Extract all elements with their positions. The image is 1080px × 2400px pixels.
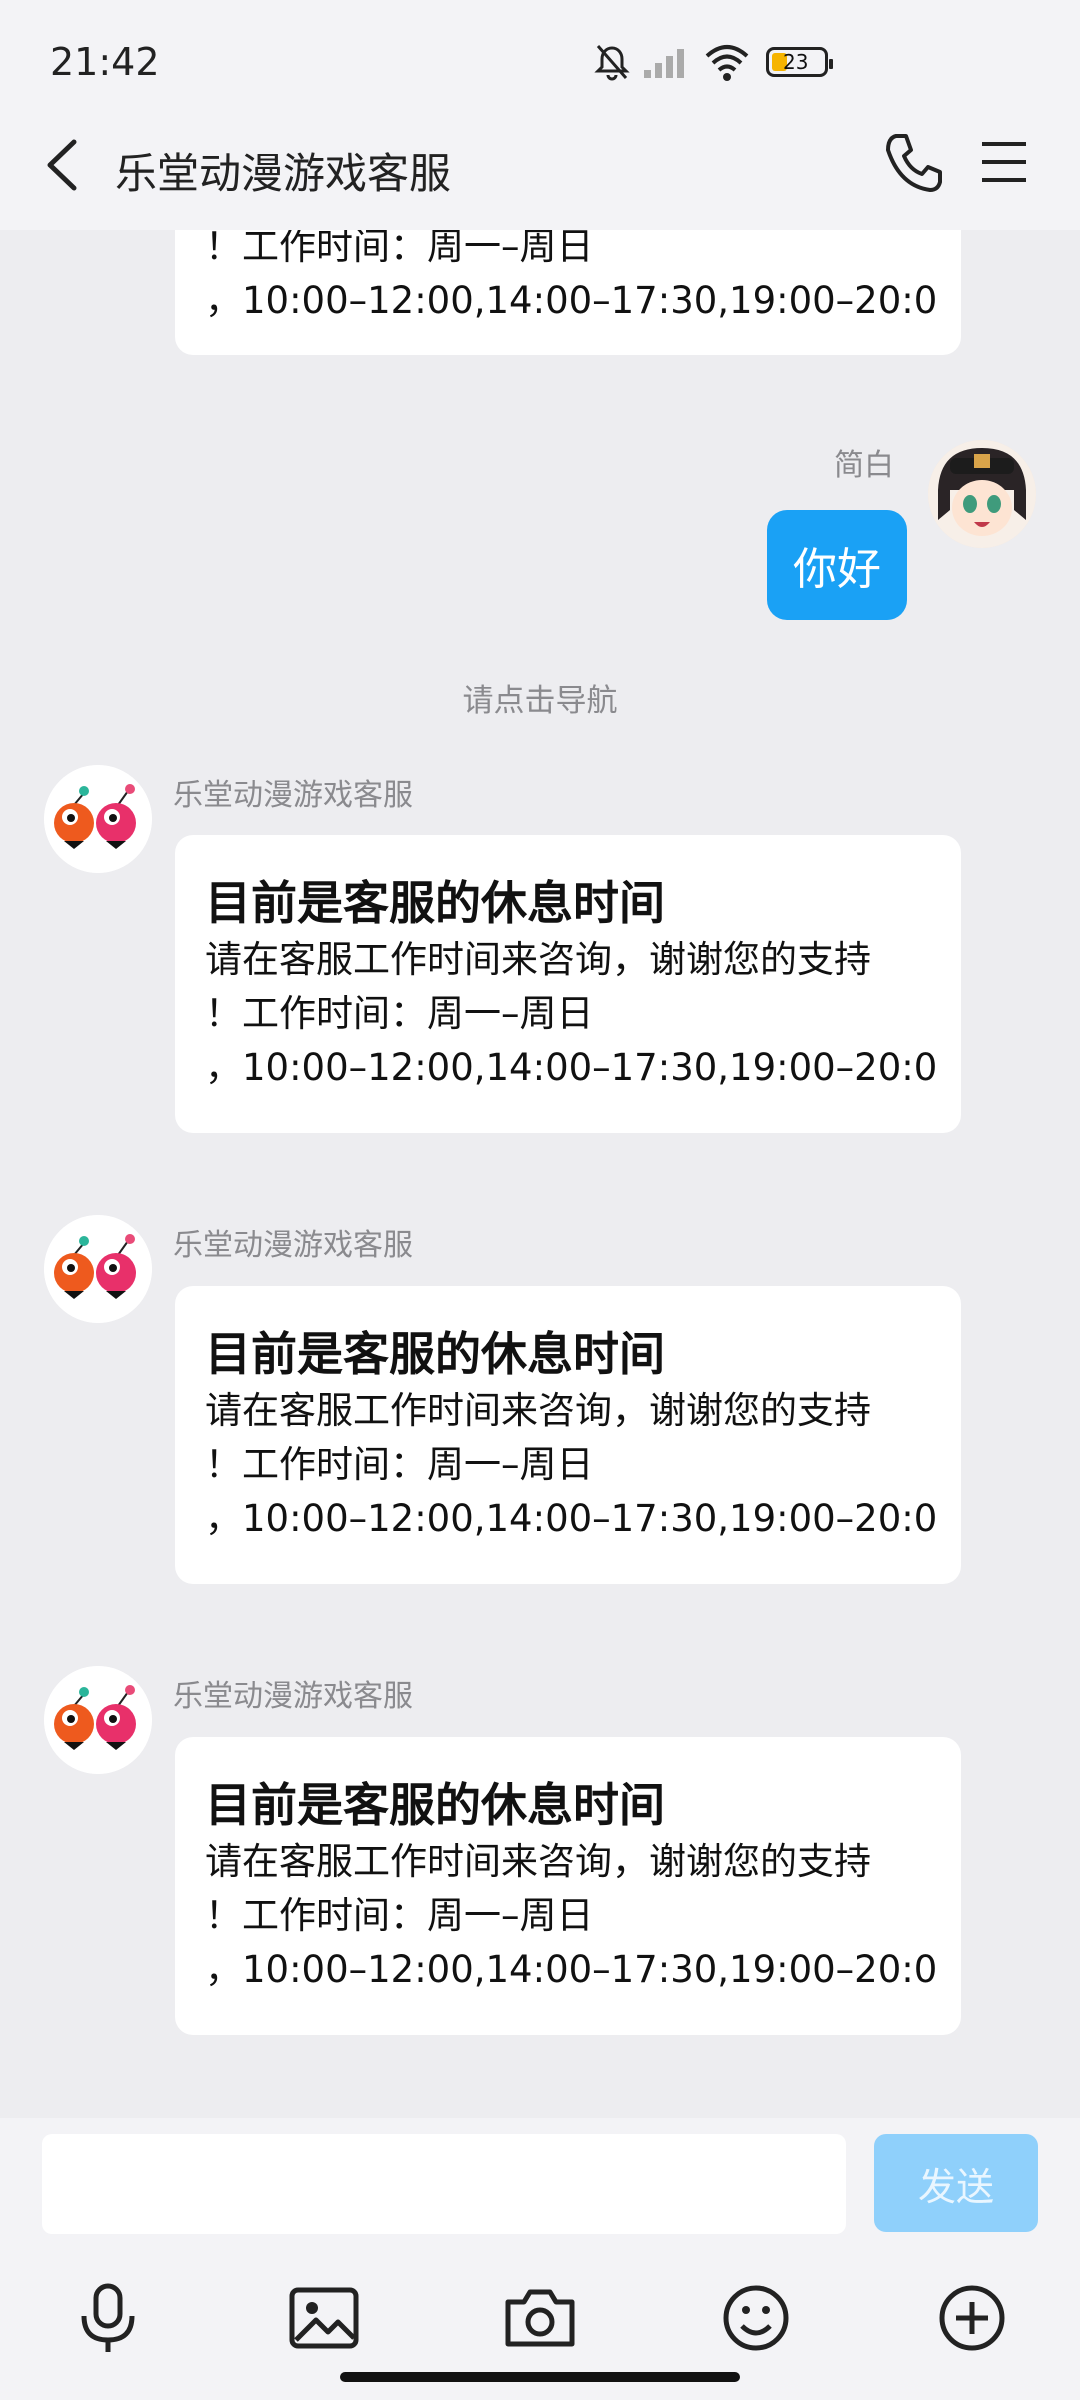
- microphone-icon[interactable]: [68, 2278, 148, 2358]
- support-sender-name: 乐堂动漫游戏客服: [173, 1228, 413, 1263]
- chat-title: 乐堂动漫游戏客服: [115, 149, 452, 198]
- message-title: 目前是客服的休息时间: [205, 1778, 665, 1832]
- message-line: 请在客服工作时间来咨询，谢谢您的支持: [205, 1389, 871, 1432]
- support-avatar[interactable]: [44, 1666, 152, 1774]
- message-line: ，10:00–12:00,14:00–17:30,19:00–20:0: [205, 279, 938, 322]
- home-indicator[interactable]: [340, 2372, 740, 2382]
- anime-avatar-icon: [928, 440, 1036, 548]
- mascot-icon: [44, 1666, 152, 1774]
- message-bubble-partial: ！工作时间：周一–周日 ，10:00–12:00,14:00–17:30,19:…: [175, 230, 961, 355]
- menu-icon[interactable]: [978, 136, 1030, 188]
- message-title: 目前是客服的休息时间: [205, 1327, 665, 1381]
- chat-messages[interactable]: ！工作时间：周一–周日 ，10:00–12:00,14:00–17:30,19:…: [0, 230, 1080, 2120]
- message-line: ，10:00–12:00,14:00–17:30,19:00–20:0: [205, 1497, 938, 1540]
- signal-icon: [644, 49, 684, 78]
- support-sender-name: 乐堂动漫游戏客服: [173, 1679, 413, 1714]
- plus-icon[interactable]: [932, 2278, 1012, 2358]
- support-avatar[interactable]: [44, 765, 152, 873]
- support-sender-name: 乐堂动漫游戏客服: [173, 778, 413, 813]
- message-line: ！工作时间：周一–周日: [205, 1894, 594, 1937]
- mute-bell-icon: [594, 45, 630, 81]
- back-arrow-icon[interactable]: [36, 130, 96, 200]
- composer-bar: 发送: [0, 2118, 1080, 2400]
- message-input[interactable]: [42, 2134, 846, 2234]
- message-line: ，10:00–12:00,14:00–17:30,19:00–20:0: [205, 1948, 938, 1991]
- mascot-icon: [44, 765, 152, 873]
- emoji-icon[interactable]: [716, 2278, 796, 2358]
- camera-icon[interactable]: [500, 2278, 580, 2358]
- battery-level: 23: [783, 50, 809, 74]
- wifi-icon: [705, 45, 749, 81]
- support-message-bubble: 目前是客服的休息时间 请在客服工作时间来咨询，谢谢您的支持 ！工作时间：周一–周…: [175, 1286, 961, 1584]
- phone-icon[interactable]: [878, 128, 948, 198]
- support-message-bubble: 目前是客服的休息时间 请在客服工作时间来咨询，谢谢您的支持 ！工作时间：周一–周…: [175, 1737, 961, 2035]
- message-line: 请在客服工作时间来咨询，谢谢您的支持: [205, 938, 871, 981]
- image-icon[interactable]: [284, 2278, 364, 2358]
- battery-icon: 23: [766, 47, 833, 77]
- support-message-bubble: 目前是客服的休息时间 请在客服工作时间来咨询，谢谢您的支持 ！工作时间：周一–周…: [175, 835, 961, 1133]
- status-time: 21:42: [50, 40, 160, 84]
- message-line: ！工作时间：周一–周日: [205, 1443, 594, 1486]
- send-button[interactable]: 发送: [874, 2134, 1038, 2232]
- chat-header: 乐堂动漫游戏客服: [0, 100, 1080, 230]
- nav-hint: 请点击导航: [462, 683, 618, 719]
- message-line: 请在客服工作时间来咨询，谢谢您的支持: [205, 1840, 871, 1883]
- mascot-icon: [44, 1215, 152, 1323]
- message-line: ，10:00–12:00,14:00–17:30,19:00–20:0: [205, 1046, 938, 1089]
- my-message-bubble: 你好: [767, 510, 907, 620]
- message-line: ！工作时间：周一–周日: [205, 230, 594, 268]
- message-title: 目前是客服的休息时间: [205, 876, 665, 930]
- send-button-label: 发送: [917, 2164, 994, 2209]
- my-message-text: 你好: [793, 544, 881, 595]
- my-avatar[interactable]: [928, 440, 1036, 548]
- message-line: ！工作时间：周一–周日: [205, 992, 594, 1035]
- my-sender-name: 简白: [834, 448, 894, 483]
- support-avatar[interactable]: [44, 1215, 152, 1323]
